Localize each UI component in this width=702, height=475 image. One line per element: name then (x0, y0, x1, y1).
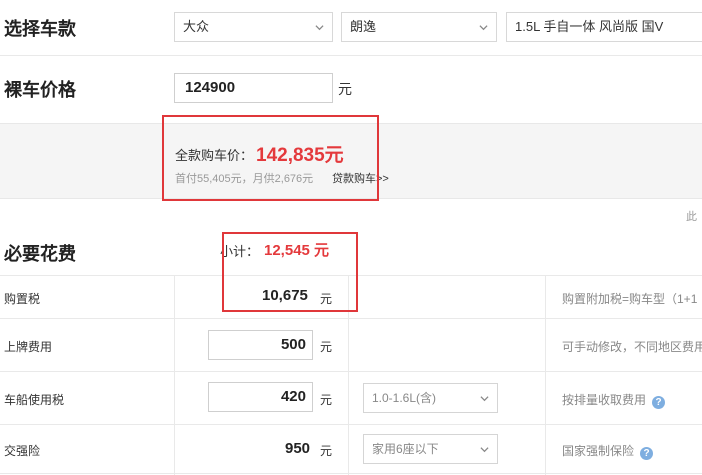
vehicle-tax-note: 按排量收取费用? (562, 391, 666, 409)
compulsory-insurance-unit: 元 (320, 444, 333, 458)
chevron-down-icon (479, 25, 488, 31)
purchase-tax-label: 购置税 (4, 292, 41, 306)
full-price-highlight (162, 115, 379, 201)
vehicle-tax-input[interactable]: 420 (208, 382, 313, 412)
compulsory-insurance-value: 950 (285, 440, 311, 457)
bare-price-unit: 元 (338, 81, 352, 97)
seat-type-select[interactable]: 家用6座以下 (363, 434, 498, 464)
bare-price-input[interactable]: 124900 (174, 73, 333, 103)
vehicle-tax-label: 车船使用税 (4, 393, 65, 407)
vehicle-tax-unit: 元 (320, 393, 333, 407)
chevron-down-icon (480, 396, 489, 402)
help-icon[interactable]: ? (652, 396, 666, 409)
help-icon[interactable]: ? (640, 447, 654, 460)
model-select-value: 1.5L 手自一体 风尚版 国V (515, 19, 664, 34)
subtotal-highlight (222, 232, 358, 312)
plate-fee-input[interactable]: 500 (208, 330, 313, 360)
series-select-value: 朗逸 (350, 19, 377, 34)
side-note-fragment: 此 (686, 211, 697, 223)
displacement-select-value: 1.0-1.6L(含) (372, 391, 437, 405)
seat-type-select-value: 家用6座以下 (372, 442, 439, 456)
compulsory-insurance-note: 国家强制保险? (562, 442, 654, 460)
brand-select-value: 大众 (183, 19, 210, 34)
chevron-down-icon (315, 25, 324, 31)
bare-price-title: 裸车价格 (4, 80, 76, 100)
purchase-tax-note: 购置附加税=购车型（1+1 (562, 292, 698, 306)
chevron-down-icon (480, 447, 489, 453)
select-car-title: 选择车款 (4, 19, 76, 39)
plate-fee-label: 上牌费用 (4, 340, 53, 354)
compulsory-insurance-note-text: 国家强制保险 (562, 444, 635, 458)
vehicle-tax-note-text: 按排量收取费用 (562, 393, 647, 407)
series-select[interactable]: 朗逸 (341, 12, 497, 42)
plate-fee-unit: 元 (320, 340, 333, 354)
compulsory-insurance-label: 交强险 (4, 444, 41, 458)
model-select[interactable]: 1.5L 手自一体 风尚版 国V (506, 12, 702, 42)
brand-select[interactable]: 大众 (174, 12, 333, 42)
required-fees-title: 必要花费 (4, 244, 76, 264)
plate-fee-note: 可手动修改，不同地区费用 (562, 340, 702, 354)
displacement-select[interactable]: 1.0-1.6L(含) (363, 383, 498, 413)
